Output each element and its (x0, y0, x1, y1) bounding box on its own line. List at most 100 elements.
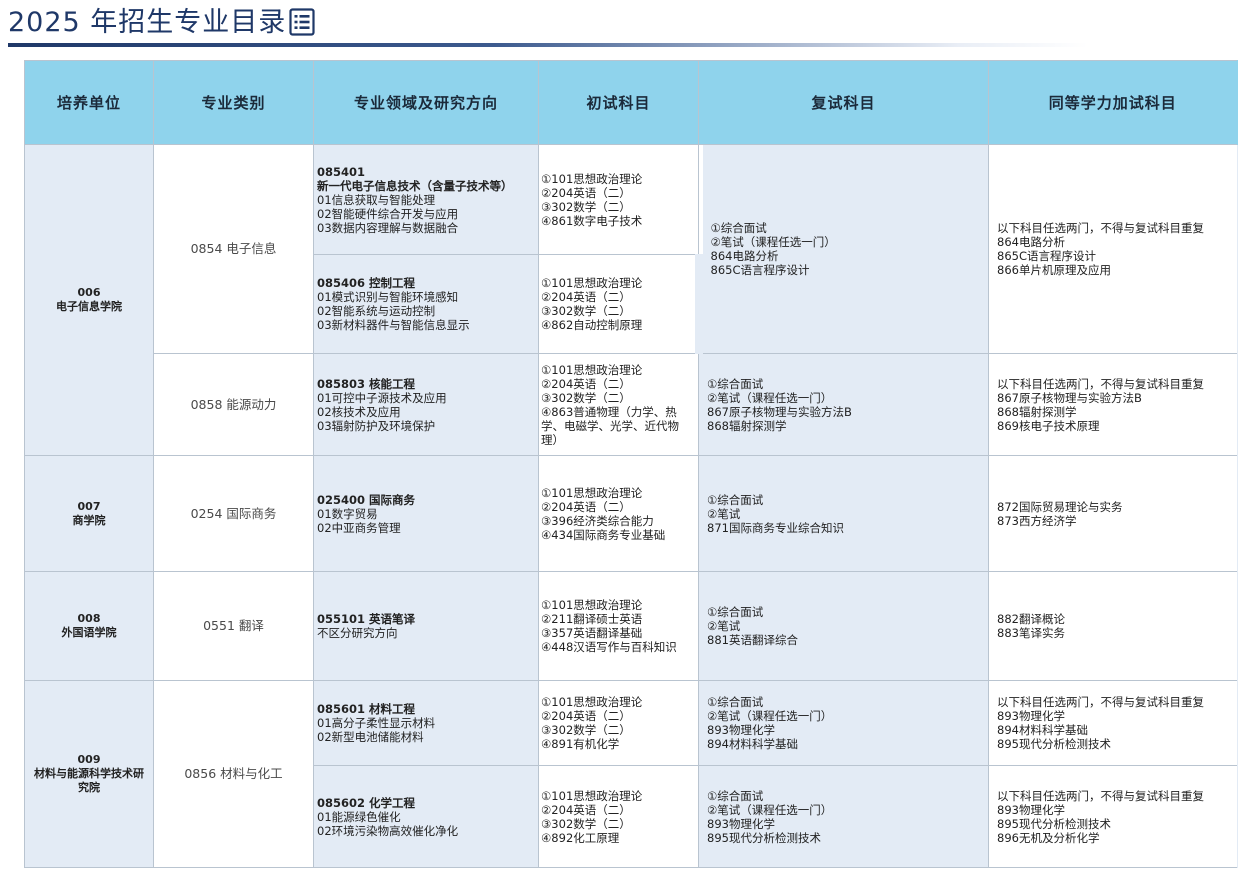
exam-item: ④861数字电子技术 (541, 213, 643, 228)
retest-item: ②笔试 (707, 506, 741, 521)
retest-item: 865C语言程序设计 (710, 263, 810, 277)
equivalent-item: 以下科目任选两门，不得与复试科目重复 (997, 788, 1204, 803)
direction-item: 02核技术及应用 (317, 404, 401, 419)
equivalent-item: 883笔译实务 (997, 626, 1065, 640)
category-cell: 0551 翻译 (153, 571, 314, 681)
equivalent-item: 864电路分析 (997, 235, 1065, 249)
table-row: 008 外国语学院 0551 翻译 055101 英语笔译 不区分研究方向 ①10… (24, 571, 1238, 681)
column-header: 专业类别 (153, 60, 314, 145)
direction-cell: 085406 控制工程 01模式识别与智能环境感知 02智能系统与运动控制 03… (313, 254, 539, 354)
exam-item: ②204英语（二） (541, 185, 631, 200)
table-row: 0858 能源动力 085803 核能工程 01可控中子源技术及应用 02核技术… (25, 353, 1238, 456)
initial-exam-cell: ①101思想政治理论 ②204英语（二） ③302数学（二） ④891有机化学 (538, 680, 699, 766)
equivalent-exam-cell: 以下科目任选两门，不得与复试科目重复 893物理化学 894材料科学基础 895… (988, 680, 1238, 766)
retest-item: 893物理化学 (707, 723, 775, 737)
retest-item: 868辐射探测学 (707, 418, 787, 433)
table-row: 006 电子信息学院 0854 电子信息 085401 新一代电子信息技术（含量子… (24, 144, 1238, 456)
retest-item: ②笔试（课程任选一门） (707, 709, 833, 723)
column-header: 专业领域及研究方向 (313, 60, 539, 145)
retest-cell: ①综合面试 ②笔试（课程任选一门） 867原子核物理与实验方法B 868辐射探测… (698, 353, 989, 456)
unit-cell: 007 商学院 (24, 455, 154, 572)
direction-cell: 085803 核能工程 01可控中子源技术及应用 02核技术及应用 03辐射防护… (313, 353, 539, 456)
equivalent-item: 893物理化学 (997, 709, 1065, 723)
equivalent-item: 882翻译概论 (997, 612, 1065, 626)
exam-item: ①101思想政治理论 (541, 598, 643, 612)
exam-item: ②204英语（二） (541, 709, 631, 723)
unit-cell: 008 外国语学院 (24, 571, 154, 681)
header-row: 培养单位 专业类别 专业领域及研究方向 初试科目 复试科目 同等学力加试科目 (24, 60, 1238, 145)
direction-item: 02中亚商务管理 (317, 520, 401, 535)
initial-exam-cell: ①101思想政治理论 ②204英语（二） ③302数学（二） ④863普通物理（… (538, 353, 699, 456)
direction-item: 01可控中子源技术及应用 (317, 390, 447, 405)
exam-item: ③302数学（二） (541, 304, 631, 318)
exam-item: ②204英语（二） (541, 290, 631, 304)
exam-item: ③302数学（二） (541, 199, 631, 214)
retest-item: ①综合面试 (707, 492, 764, 507)
unit-code: 006 (77, 286, 101, 299)
direction-item: 03数据内容理解与数据融合 (317, 220, 459, 235)
retest-item: ①综合面试 (707, 605, 764, 619)
exam-item: ④434国际商务专业基础 (541, 527, 666, 542)
exam-item: ③302数学（二） (541, 390, 631, 405)
page-title-text: 2025 年招生专业目录 (8, 7, 287, 38)
table-row: 009 材料与能源科学技术研究院 0856 材料与化工 085601 材料工程 0… (24, 680, 1238, 868)
retest-item: ②笔试（课程任选一门） (710, 235, 836, 249)
exam-item: ②211翻译硕士英语 (541, 612, 643, 626)
direction-item: 不区分研究方向 (317, 626, 398, 640)
equivalent-item: 867原子核物理与实验方法B (997, 390, 1142, 405)
retest-item: ①综合面试 (707, 788, 764, 803)
direction-cell: 025400 国际商务 01数字贸易 02中亚商务管理 (313, 455, 539, 572)
direction-code: 085401 (317, 164, 366, 179)
exam-item: ③302数学（二） (541, 723, 631, 737)
exam-item: ④448汉语写作与百科知识 (541, 640, 677, 654)
retest-cell: ①综合面试 ②笔试 871国际商务专业综合知识 (698, 455, 989, 572)
exam-item: ①101思想政治理论 (541, 276, 643, 290)
exam-item: ③396经济类综合能力 (541, 513, 654, 528)
equivalent-item: 869核电子技术原理 (997, 418, 1100, 433)
direction-name: 085601 材料工程 (317, 702, 416, 716)
retest-item: 894材料科学基础 (707, 737, 798, 751)
direction-name: 新一代电子信息技术（含量子技术等） (317, 178, 513, 193)
unit-name: 商学院 (72, 513, 106, 527)
exam-item: ③302数学（二） (541, 816, 631, 831)
equivalent-item: 894材料科学基础 (997, 723, 1088, 737)
retest-item: 881英语翻译综合 (707, 633, 798, 647)
direction-item: 01模式识别与智能环境感知 (317, 290, 459, 304)
table-row: 007 商学院 0254 国际商务 025400 国际商务 01数字贸易 02中亚… (24, 455, 1238, 572)
equivalent-item: 868辐射探测学 (997, 404, 1077, 419)
direction-name: 085602 化学工程 (317, 795, 416, 810)
direction-cell: 085401 新一代电子信息技术（含量子技术等） 01信息获取与智能处理 02智… (313, 144, 539, 255)
equivalent-item: 893物理化学 (997, 802, 1065, 817)
direction-cell: 085601 材料工程 01高分子柔性显示材料 02新型电池储能材料 (313, 680, 539, 766)
equivalent-item: 865C语言程序设计 (997, 249, 1096, 263)
initial-exam-cell: ①101思想政治理论 ②211翻译硕士英语 ③357英语翻译基础 ④448汉语写… (538, 571, 699, 681)
direction-item: 03新材料器件与智能信息显示 (317, 318, 470, 332)
direction-item: 02智能系统与运动控制 (317, 304, 436, 318)
column-header: 同等学力加试科目 (988, 60, 1238, 145)
exam-item: ①101思想政治理论 (541, 171, 643, 186)
exam-item: ①101思想政治理论 (541, 695, 643, 709)
direction-name: 055101 英语笔译 (317, 612, 416, 626)
equivalent-item: 以下科目任选两门，不得与复试科目重复 (997, 221, 1204, 235)
retest-item: ②笔试（课程任选一门） (707, 390, 833, 405)
exam-item: ④892化工原理 (541, 830, 620, 845)
retest-item: 895现代分析检测技术 (707, 830, 821, 845)
direction-cell: 055101 英语笔译 不区分研究方向 (313, 571, 539, 681)
direction-item: 01信息获取与智能处理 (317, 192, 436, 207)
retest-cell: ①综合面试 ②笔试（课程任选一门） 893物理化学 894材料科学基础 (698, 680, 989, 766)
initial-exam-cell: ①101思想政治理论 ②204英语（二） ③302数学（二） ④861数字电子技… (538, 144, 699, 255)
unit-name: 材料与能源科学技术研究院 (34, 767, 144, 794)
retest-item: ②笔试 (707, 619, 741, 633)
equivalent-item: 以下科目任选两门，不得与复试科目重复 (997, 376, 1204, 391)
retest-cell: ①综合面试 ②笔试（课程任选一门） 864电路分析 865C语言程序设计 (698, 144, 989, 354)
unit-name: 外国语学院 (61, 626, 117, 639)
exam-item: ①101思想政治理论 (541, 362, 643, 377)
exam-item: ②204英语（二） (541, 802, 631, 817)
unit-cell: 006 电子信息学院 (24, 144, 154, 456)
exam-item: ④862自动控制原理 (541, 318, 643, 332)
equivalent-item: 895现代分析检测技术 (997, 816, 1111, 831)
exam-item: ①101思想政治理论 (541, 788, 643, 803)
unit-code: 007 (77, 499, 101, 513)
direction-item: 02环境污染物高效催化净化 (317, 823, 459, 838)
retest-item: 867原子核物理与实验方法B (707, 404, 852, 419)
